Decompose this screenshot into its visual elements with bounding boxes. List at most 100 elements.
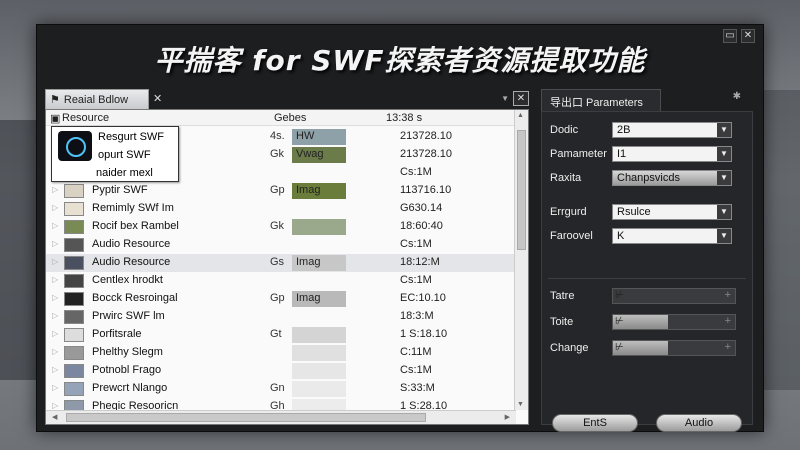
expand-arrow-icon[interactable]: ▷ [52,347,58,356]
resource-thumbnail-icon [64,346,84,360]
audio-button[interactable]: Audio [656,414,742,432]
table-row[interactable]: ▷ Porfitsrale Gt 1 S:18.10 [46,326,514,344]
table-row[interactable]: ▷ Bocck Resroingal Gp Imag EC:10.10 [46,290,514,308]
slider-knob-icon[interactable]: ⊬ [613,342,624,353]
horizontal-scrollbar[interactable]: ◀ ▶ [46,410,516,424]
row-name: Rocif bex Rambel [92,220,179,232]
parameters-panel: 导出口 Parameters ✱ Dodic 2B ▼ Pamameter I1 ▼ Rax… [541,89,757,432]
expand-arrow-icon[interactable]: ▷ [52,365,58,374]
row-size: G630.14 [400,202,443,214]
row-preview-label: Vwag [296,148,324,160]
menu-item-output-swf[interactable]: opurt SWF [98,149,151,161]
row-preview-image [292,327,346,343]
chevron-down-icon[interactable]: ▼ [501,94,509,103]
panel-close-button[interactable]: ✕ [513,91,529,106]
resource-thumbnail-icon [64,238,84,252]
expand-arrow-icon[interactable]: ▷ [52,203,58,212]
param-select[interactable]: Rsulce ▼ [612,204,732,220]
chevron-down-icon[interactable]: ▼ [717,147,731,161]
table-row[interactable]: ▷ Audio Resource Gs Imag 18:12:M [46,254,514,272]
expand-arrow-icon[interactable]: ▷ [52,239,58,248]
tab-parameters[interactable]: 导出口 Parameters [541,89,661,111]
expand-arrow-icon[interactable]: ▷ [52,293,58,302]
background-blur-left [0,120,40,380]
row-size: 18:60:40 [400,220,443,232]
scroll-up-icon[interactable]: ▲ [517,112,524,119]
slider-knob-icon[interactable]: ⊬ [613,290,624,301]
table-row[interactable]: ▷ Phelthy Slegm C:11M [46,344,514,362]
row-size: Cs:1M [400,274,432,286]
table-row[interactable]: ▷ Prwirc SWF lm 18:3:M [46,308,514,326]
pin-icon[interactable]: ✱ [733,91,741,102]
row-size: Cs:1M [400,238,432,250]
tab-close-icon[interactable]: ✕ [153,92,162,105]
scroll-left-icon[interactable]: ◀ [52,413,57,421]
background-blur-right [760,90,800,390]
menu-item-export-swf[interactable]: Resgurt SWF [98,131,164,143]
scroll-thumb[interactable] [517,130,526,250]
chevron-down-icon[interactable]: ▼ [717,171,731,185]
table-row[interactable]: ▷ Remimly SWf Im G630.14 [46,200,514,218]
scroll-right-icon[interactable]: ▶ [505,413,510,421]
header-col2[interactable]: Gebes [274,112,306,124]
plus-icon[interactable]: + [725,341,731,353]
param-label: Errgurd [550,206,587,218]
table-row[interactable]: ▷ Prewcrt Nlango Gn S:33:M [46,380,514,398]
expand-arrow-icon[interactable]: ▷ [52,383,58,392]
slider-knob-icon[interactable]: ⊬ [613,316,624,327]
resource-thumbnail-icon [64,364,84,378]
row-name: Phelthy Slegm [92,346,163,358]
row-type: Gs [270,256,285,268]
row-size: C:11M [400,346,432,358]
exts-button[interactable]: EntS [552,414,638,432]
expand-arrow-icon[interactable]: ▷ [52,311,58,320]
expand-arrow-icon[interactable]: ▷ [52,329,58,338]
table-row[interactable]: ▷ Centlex hrodkt Cs:1M [46,272,514,290]
row-preview-image: Imag [292,255,346,271]
header-resource[interactable]: Resource [62,112,109,124]
expand-arrow-icon[interactable]: ▷ [52,185,58,194]
row-size: 213728.10 [400,148,452,160]
param-slider[interactable]: ⊬ + [612,340,736,356]
list-header: ▣ Resource Gebes 13:38 s [46,110,528,126]
row-preview-image [292,345,346,361]
chevron-down-icon[interactable]: ▼ [717,205,731,219]
param-slider[interactable]: ⊬ + [612,314,736,330]
plus-icon[interactable]: + [725,289,731,301]
tab-resource[interactable]: ⚑ Reaial Bdlow [45,89,149,109]
table-row[interactable]: ▷ Pyptir SWF Gp Imag 113716.10 [46,182,514,200]
plus-icon[interactable]: + [725,315,731,327]
param-select[interactable]: I1 ▼ [612,146,732,162]
param-select[interactable]: K ▼ [612,228,732,244]
param-slider[interactable]: ⊬ + [612,288,736,304]
flag-icon: ⚑ [50,94,60,106]
row-preview-image: HW [292,129,346,145]
slider-label: Tatre [550,290,575,302]
row-size: Cs:1M [400,166,432,178]
slider-label: Toite [550,316,574,328]
row-size: Cs:1M [400,364,432,376]
param-select[interactable]: 2B ▼ [612,122,732,138]
expand-arrow-icon[interactable]: ▷ [52,275,58,284]
param-select[interactable]: Chanpsvicds ▼ [612,170,732,186]
expand-arrow-icon[interactable]: ▷ [52,257,58,266]
scroll-down-icon[interactable]: ▼ [517,401,524,408]
chevron-down-icon[interactable]: ▼ [717,123,731,137]
menu-item-render-model[interactable]: naider mexl [96,167,153,179]
table-row[interactable]: ▷ Potnobl Frago Cs:1M [46,362,514,380]
param-value: 2B [617,124,631,136]
table-row[interactable]: ▷ Audio Resource Cs:1M [46,236,514,254]
param-value: I1 [617,148,627,160]
expand-arrow-icon[interactable]: ▷ [52,221,58,230]
hscroll-thumb[interactable] [66,413,426,422]
row-type: 4s. [270,130,285,142]
header-col3[interactable]: 13:38 s [386,112,422,124]
expand-arrow-icon[interactable]: ▷ [52,401,58,410]
row-size: 113716.10 [400,184,452,196]
vertical-scrollbar[interactable]: ▲ ▼ [514,110,528,410]
resource-list: ▣ Resource Gebes 13:38 s ▷ 4s. HW 213728.10… [45,109,529,425]
table-row[interactable]: ▷ Rocif bex Rambel Gk 18:60:40 [46,218,514,236]
row-preview-image: Vwag [292,147,346,163]
resource-tabbar: ⚑ Reaial Bdlow ✕ ▼ ✕ [45,89,537,109]
chevron-down-icon[interactable]: ▼ [717,229,731,243]
